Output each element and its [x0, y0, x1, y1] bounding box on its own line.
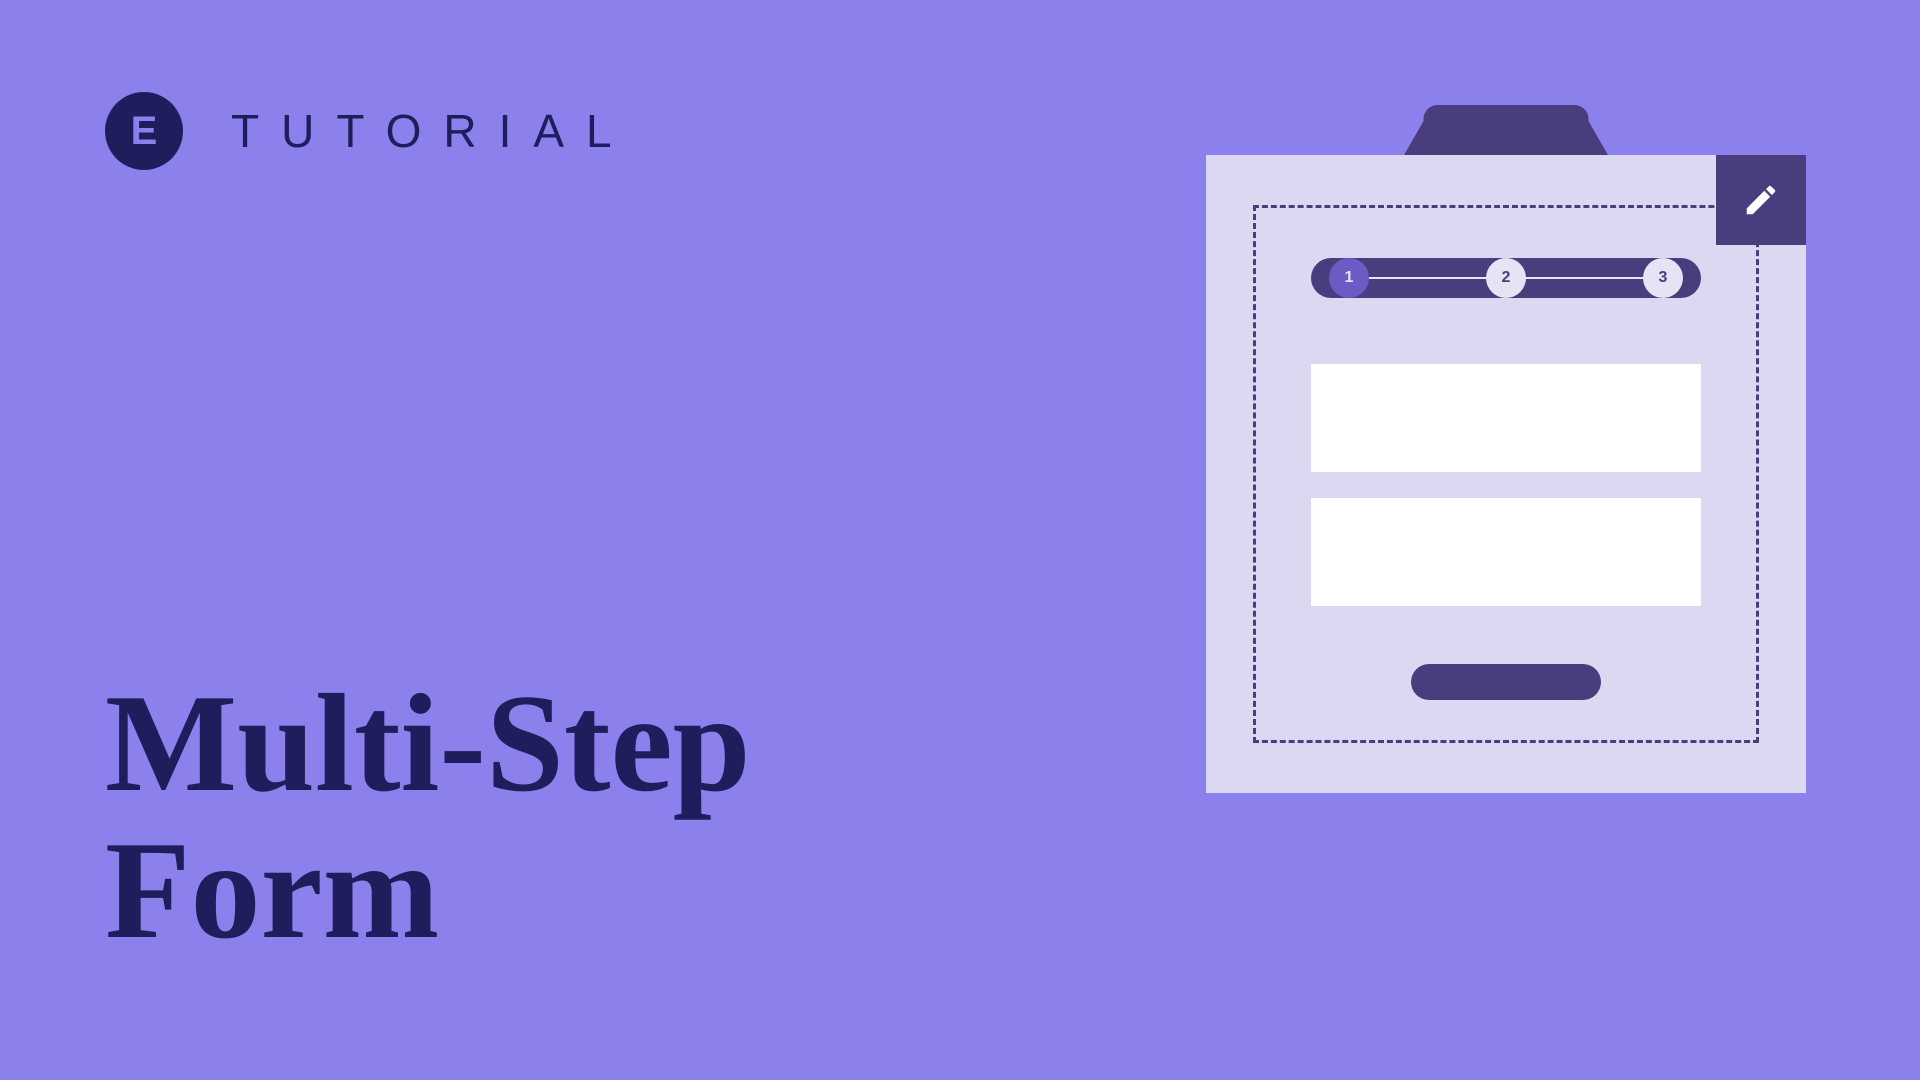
edit-button[interactable] [1716, 155, 1806, 245]
logo-section: E TUTORIAL [105, 92, 634, 170]
step-2[interactable]: 2 [1486, 258, 1526, 298]
step-indicator: 1 2 3 [1311, 258, 1701, 298]
brand-logo: E [105, 92, 183, 170]
form-illustration: 1 2 3 [1206, 105, 1806, 793]
form-canvas: 1 2 3 [1253, 205, 1759, 743]
clipboard-clip [1424, 105, 1589, 155]
step-3[interactable]: 3 [1643, 258, 1683, 298]
logo-letter: E [131, 111, 158, 151]
page-title: Multi-Step Form [105, 670, 751, 964]
step-1[interactable]: 1 [1329, 258, 1369, 298]
form-input-1[interactable] [1311, 364, 1701, 472]
form-input-2[interactable] [1311, 498, 1701, 606]
title-line-2: Form [105, 817, 751, 964]
tutorial-label: TUTORIAL [231, 104, 634, 158]
pencil-icon [1742, 181, 1780, 219]
clipboard-body: 1 2 3 [1206, 155, 1806, 793]
form-fields-group [1311, 364, 1701, 606]
submit-button[interactable] [1411, 664, 1601, 700]
title-line-1: Multi-Step [105, 670, 751, 817]
